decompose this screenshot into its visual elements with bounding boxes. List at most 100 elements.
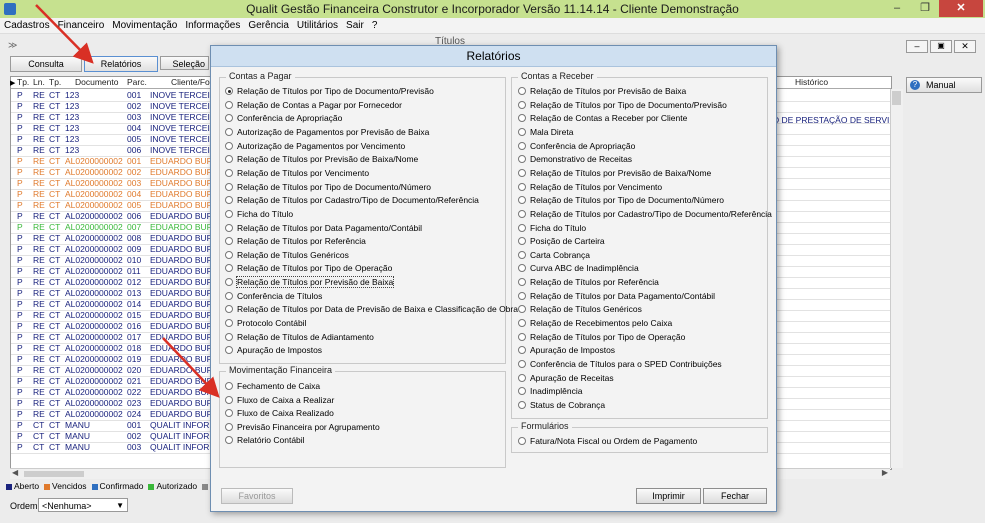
radio-icon[interactable] bbox=[518, 237, 526, 246]
report-option-receber[interactable]: Relação de Títulos por Cadastro/Tipo de … bbox=[518, 208, 772, 221]
menu-cadastros[interactable]: Cadastros bbox=[0, 18, 54, 33]
report-option-movimentacao[interactable]: Fechamento de Caixa bbox=[225, 380, 320, 393]
radio-icon[interactable] bbox=[225, 436, 233, 445]
radio-icon[interactable] bbox=[518, 114, 526, 123]
radio-icon[interactable] bbox=[518, 196, 526, 205]
radio-icon[interactable] bbox=[518, 346, 526, 355]
radio-icon[interactable] bbox=[225, 264, 233, 273]
report-option-receber[interactable]: Relação de Títulos por Tipo de Documento… bbox=[518, 99, 727, 112]
radio-icon[interactable] bbox=[225, 278, 233, 287]
radio-icon[interactable] bbox=[518, 319, 526, 328]
radio-icon[interactable] bbox=[225, 182, 233, 191]
radio-icon[interactable] bbox=[225, 141, 233, 150]
report-option-receber[interactable]: Demonstrativo de Receitas bbox=[518, 153, 632, 166]
report-option-receber[interactable]: Curva ABC de Inadimplência bbox=[518, 262, 639, 275]
radio-icon[interactable] bbox=[225, 87, 233, 95]
menu-utilitarios[interactable]: Utilitários bbox=[293, 18, 342, 33]
report-option-receber[interactable]: Apuração de Impostos bbox=[518, 344, 615, 357]
report-option-pagar[interactable]: Apuração de Impostos bbox=[225, 344, 322, 357]
report-option-pagar[interactable]: Relação de Títulos por Data de Previsão … bbox=[225, 303, 518, 316]
report-option-pagar[interactable]: Relação de Títulos por Vencimento bbox=[225, 167, 369, 180]
report-option-receber[interactable]: Inadimplência bbox=[518, 385, 582, 398]
col-header-documento[interactable]: Documento bbox=[75, 77, 118, 88]
radio-icon[interactable] bbox=[225, 346, 233, 355]
report-option-movimentacao[interactable]: Previsão Financeira por Agrupamento bbox=[225, 421, 380, 434]
vscroll-thumb[interactable] bbox=[892, 91, 901, 105]
report-option-pagar[interactable]: Autorização de Pagamentos por Previsão d… bbox=[225, 126, 429, 139]
radio-icon[interactable] bbox=[225, 395, 233, 404]
menu-help[interactable]: ? bbox=[368, 18, 382, 33]
ordem-select[interactable]: <Nenhuma> ▼ bbox=[38, 498, 128, 512]
restore-icon[interactable]: ❐ bbox=[911, 0, 939, 17]
report-option-pagar[interactable]: Relação de Títulos por Tipo de Operação bbox=[225, 262, 392, 275]
radio-icon[interactable] bbox=[225, 319, 233, 328]
radio-icon[interactable] bbox=[225, 422, 233, 431]
window-menu-icon[interactable]: ≫ bbox=[8, 40, 17, 51]
report-option-pagar[interactable]: Ficha do Título bbox=[225, 208, 293, 221]
radio-icon[interactable] bbox=[225, 237, 233, 246]
report-option-receber[interactable]: Apuração de Receitas bbox=[518, 372, 614, 385]
radio-icon[interactable] bbox=[225, 155, 233, 164]
radio-icon[interactable] bbox=[518, 278, 526, 287]
radio-icon[interactable] bbox=[225, 223, 233, 232]
selecao-button[interactable]: Seleção bbox=[160, 56, 209, 70]
radio-icon[interactable] bbox=[225, 209, 233, 218]
report-option-pagar[interactable]: Relação de Títulos de Adiantamento bbox=[225, 331, 374, 344]
radio-icon[interactable] bbox=[518, 87, 526, 95]
manual-button[interactable]: ? Manual bbox=[906, 77, 982, 93]
radio-icon[interactable] bbox=[518, 155, 526, 164]
radio-icon[interactable] bbox=[225, 332, 233, 341]
grid-vertical-scrollbar[interactable] bbox=[890, 89, 903, 468]
radio-icon[interactable] bbox=[518, 100, 526, 109]
radio-icon[interactable] bbox=[225, 305, 233, 314]
report-option-receber[interactable]: Ficha do Título bbox=[518, 222, 586, 235]
report-option-receber[interactable]: Relação de Títulos por Vencimento bbox=[518, 181, 662, 194]
report-option-pagar[interactable]: Protocolo Contábil bbox=[225, 317, 306, 330]
report-option-pagar[interactable]: Relação de Títulos por Data Pagamento/Co… bbox=[225, 222, 422, 235]
radio-icon[interactable] bbox=[518, 387, 526, 396]
minimize-window-icon[interactable]: – bbox=[906, 40, 928, 53]
menu-movimentacao[interactable]: Movimentação bbox=[108, 18, 181, 33]
radio-icon[interactable] bbox=[518, 250, 526, 259]
report-option-receber[interactable]: Carta Cobrança bbox=[518, 249, 590, 262]
report-option-receber[interactable]: Relação de Títulos por Previsão de Baixa bbox=[518, 85, 686, 98]
report-option-pagar[interactable]: Relação de Títulos por Previsão de Baixa… bbox=[225, 153, 418, 166]
radio-icon[interactable] bbox=[518, 305, 526, 314]
radio-icon[interactable] bbox=[518, 332, 526, 341]
radio-icon[interactable] bbox=[225, 382, 233, 390]
report-option-receber[interactable]: Relação de Títulos por Previsão de Baixa… bbox=[518, 167, 711, 180]
radio-icon[interactable] bbox=[518, 141, 526, 150]
fechar-button[interactable]: Fechar bbox=[703, 488, 767, 504]
report-option-movimentacao[interactable]: Relatório Contábil bbox=[225, 434, 305, 447]
radio-icon[interactable] bbox=[518, 360, 526, 368]
radio-icon[interactable] bbox=[225, 291, 233, 300]
relatorios-button[interactable]: Relatórios bbox=[84, 56, 158, 72]
report-option-pagar[interactable]: Relação de Títulos por Tipo de Documento… bbox=[225, 85, 434, 98]
restore-window-icon[interactable]: ▣ bbox=[930, 40, 952, 53]
report-option-receber[interactable]: Relação de Títulos por Data Pagamento/Co… bbox=[518, 290, 715, 303]
report-option-receber[interactable]: Conferência de Títulos para o SPED Contr… bbox=[518, 358, 722, 371]
radio-icon[interactable] bbox=[225, 250, 233, 259]
scroll-left-icon[interactable]: ◀ bbox=[12, 468, 18, 477]
report-option-pagar[interactable]: Conferência de Títulos bbox=[225, 290, 322, 303]
report-option-movimentacao[interactable]: Fluxo de Caixa a Realizar bbox=[225, 394, 334, 407]
report-option-formularios[interactable]: Fatura/Nota Fiscal ou Ordem de Pagamento bbox=[518, 435, 697, 448]
report-option-receber[interactable]: Relação de Contas a Receber por Cliente bbox=[518, 112, 687, 125]
imprimir-button[interactable]: Imprimir bbox=[636, 488, 701, 504]
radio-icon[interactable] bbox=[225, 409, 233, 418]
report-option-pagar[interactable]: Relação de Títulos por Referência bbox=[225, 235, 366, 248]
radio-icon[interactable] bbox=[518, 127, 526, 136]
radio-icon[interactable] bbox=[518, 373, 526, 382]
radio-icon[interactable] bbox=[518, 209, 526, 218]
col-header-tp2[interactable]: Tp. bbox=[49, 77, 61, 88]
favoritos-button[interactable]: Favoritos bbox=[221, 488, 293, 504]
hscroll-thumb[interactable] bbox=[24, 471, 84, 477]
minimize-icon[interactable]: – bbox=[883, 0, 911, 17]
radio-icon[interactable] bbox=[518, 223, 526, 232]
report-option-pagar[interactable]: Autorização de Pagamentos por Vencimento bbox=[225, 140, 405, 153]
radio-icon[interactable] bbox=[225, 196, 233, 205]
col-header-ln[interactable]: Ln. bbox=[33, 77, 45, 88]
close-icon[interactable]: ✕ bbox=[939, 0, 983, 17]
report-option-movimentacao[interactable]: Fluxo de Caixa Realizado bbox=[225, 407, 334, 420]
col-header-historico[interactable]: Histórico bbox=[795, 77, 828, 88]
